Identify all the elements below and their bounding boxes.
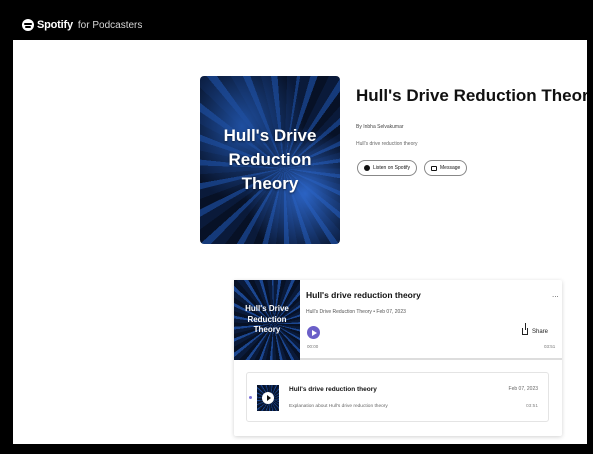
share-label: Share: [532, 328, 549, 335]
show-description: Hull's drive reduction theory: [356, 141, 418, 147]
playing-indicator: [249, 396, 252, 399]
episode-thumbnail: Hull's Drive Reduction Theory: [234, 280, 300, 360]
progress-bar[interactable]: [300, 358, 562, 360]
share-icon: [522, 323, 528, 335]
episode-item-title: Hull's drive reduction theory: [289, 386, 377, 393]
brand-suffix: for Podcasters: [77, 19, 143, 31]
show-cover-art: Hull's Drive Reduction Theory: [200, 76, 340, 244]
listen-label: Listen on Spotify: [373, 165, 410, 171]
current-time: 00:00: [307, 344, 319, 349]
episode-thumbnail-title: Hull's Drive Reduction Theory: [245, 303, 289, 335]
message-label: Message: [440, 165, 461, 171]
message-button[interactable]: Message: [424, 160, 468, 176]
brand-name: Spotify: [37, 19, 73, 31]
player-episode-title[interactable]: Hull's drive reduction theory: [306, 290, 421, 300]
episode-item-thumbnail: [257, 385, 279, 411]
episode-item-description: Explanation about Hull's drive reduction…: [289, 404, 388, 409]
spotify-icon: [364, 165, 370, 171]
show-author: By Inbha Selvakumar: [356, 124, 404, 130]
share-button[interactable]: Share: [522, 323, 549, 335]
show-title: Hull's Drive Reduction Theory: [356, 86, 587, 105]
brand-logo[interactable]: Spotify for Podcasters: [22, 19, 142, 31]
player-episode-meta: Hull's Drive Reduction Theory • Feb 07, …: [306, 309, 406, 315]
message-icon: [431, 165, 437, 171]
episode-item-duration: 03:51: [525, 404, 538, 409]
total-time: 03:51: [544, 344, 556, 349]
episode-list-item[interactable]: Hull's drive reduction theory Explanatio…: [246, 372, 549, 422]
play-icon[interactable]: [262, 392, 274, 404]
listen-on-spotify-button[interactable]: Listen on Spotify: [357, 160, 417, 176]
episode-item-date: Feb 07, 2023: [508, 386, 538, 392]
spotify-logo-icon: [22, 19, 34, 31]
cover-title: Hull's Drive Reduction Theory: [223, 126, 317, 193]
more-options-icon[interactable]: ...: [552, 290, 559, 299]
play-button[interactable]: [307, 326, 320, 339]
main-content: Hull's Drive Reduction Theory Hull's Dri…: [13, 40, 587, 444]
episode-player-card: Hull's Drive Reduction Theory Hull's dri…: [234, 280, 562, 436]
top-bar: Spotify for Podcasters: [0, 0, 593, 40]
